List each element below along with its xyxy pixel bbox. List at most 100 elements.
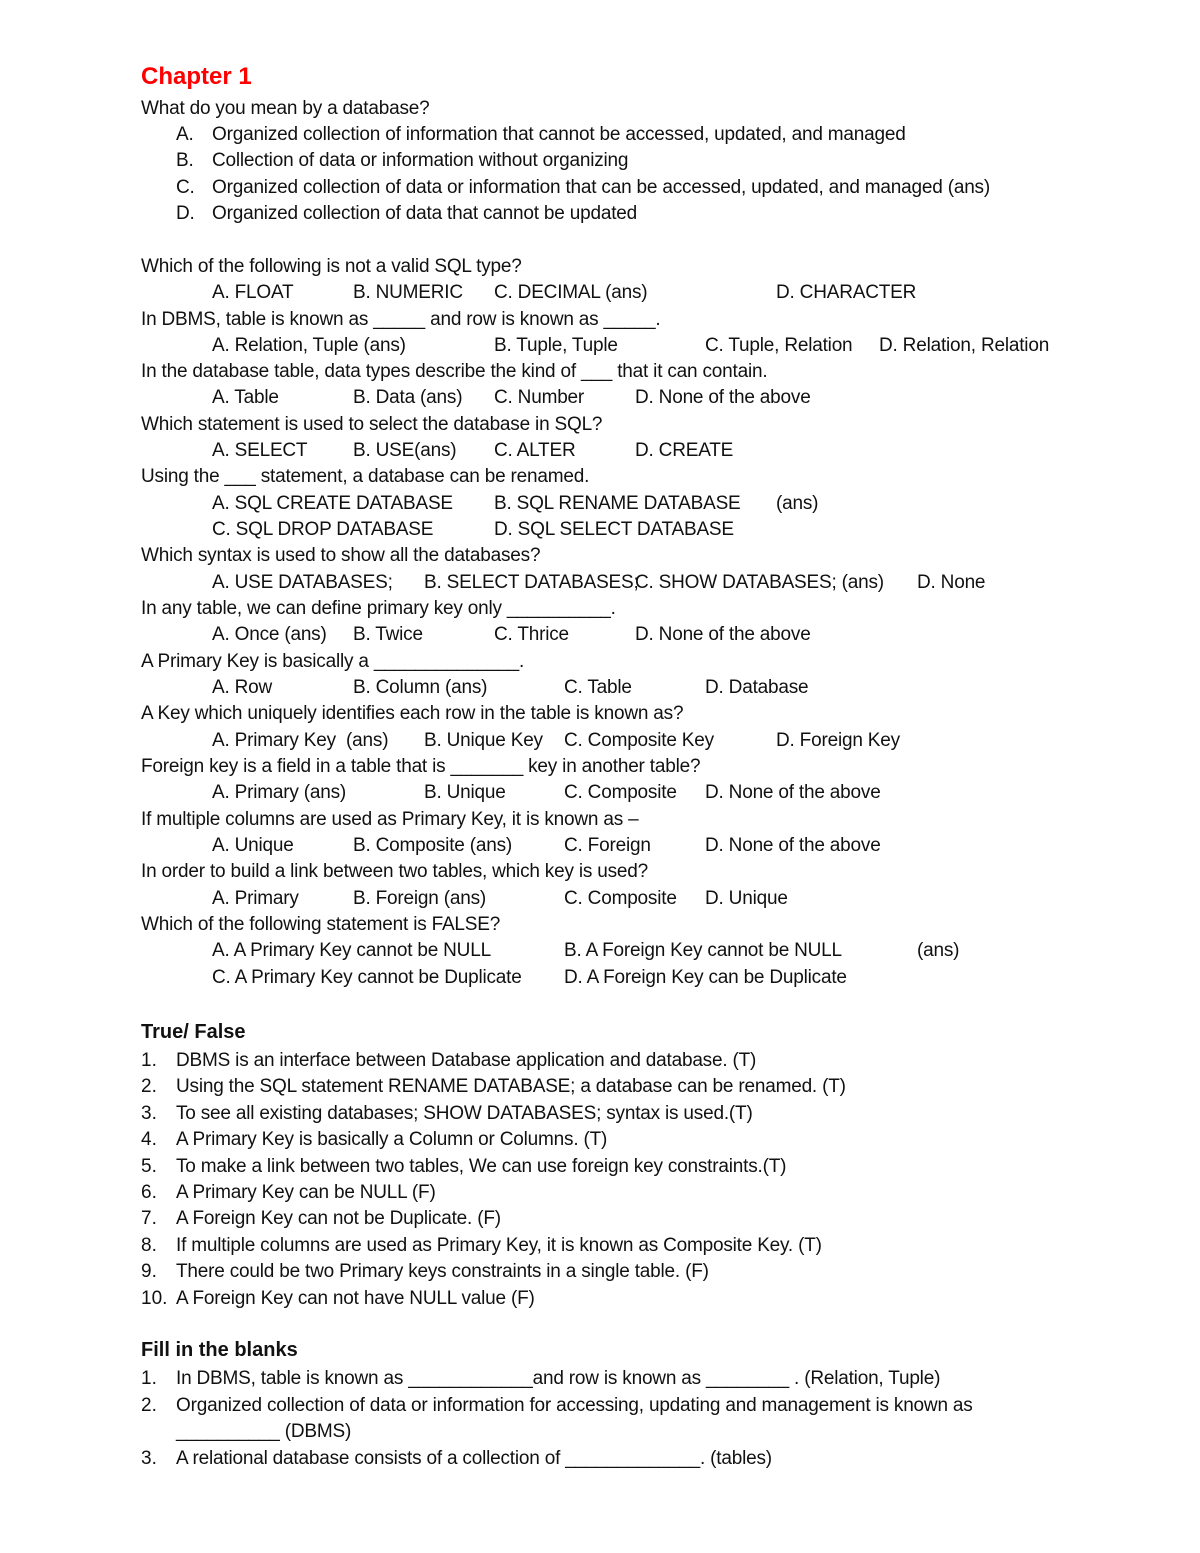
option: C. ALTER xyxy=(494,440,576,461)
option-text: Organized collection of information that… xyxy=(212,124,906,145)
question-text: Using the ___ statement, a database can … xyxy=(141,466,590,487)
option: B. SELECT DATABASES; xyxy=(424,572,639,593)
section-heading-fill-blanks: Fill in the blanks xyxy=(141,1339,298,1361)
option: A. Relation, Tuple (ans) xyxy=(212,335,406,356)
option: C. SHOW DATABASES; (ans) xyxy=(635,572,884,593)
item-number: 6. xyxy=(141,1182,157,1203)
option: C. Composite Key xyxy=(564,730,714,751)
option: A. SQL CREATE DATABASE xyxy=(212,493,453,514)
option-label: B. xyxy=(176,150,194,171)
item-number: 5. xyxy=(141,1156,157,1177)
option: B. Tuple, Tuple xyxy=(494,335,618,356)
option: A. Primary (ans) xyxy=(212,782,347,803)
option: D. None xyxy=(917,572,986,593)
list-item-continuation: __________ (DBMS) xyxy=(176,1421,352,1442)
item-number: 2. xyxy=(141,1076,157,1097)
option: A. Primary Key (ans) xyxy=(212,730,389,751)
option: D. None of the above xyxy=(705,835,881,856)
item-number: 7. xyxy=(141,1208,157,1229)
option-text: Collection of data or information withou… xyxy=(212,150,629,171)
option: D. SQL SELECT DATABASE xyxy=(494,519,734,540)
option: B. A Foreign Key cannot be NULL xyxy=(564,940,842,961)
list-item: If multiple columns are used as Primary … xyxy=(176,1235,822,1256)
item-number: 2. xyxy=(141,1395,157,1416)
list-item: To make a link between two tables, We ca… xyxy=(176,1156,787,1177)
option: D. Database xyxy=(705,677,809,698)
option: C. Foreign xyxy=(564,835,651,856)
option: D. CHARACTER xyxy=(776,282,917,303)
option-text: Organized collection of data or informat… xyxy=(212,177,990,198)
item-number: 4. xyxy=(141,1129,157,1150)
option: A. Row xyxy=(212,677,273,698)
item-number: 1. xyxy=(141,1050,157,1071)
answer-marker: (ans) xyxy=(917,940,960,961)
option: D. None of the above xyxy=(635,387,811,408)
item-number: 3. xyxy=(141,1103,157,1124)
option: A. Unique xyxy=(212,835,294,856)
option: C. Number xyxy=(494,387,585,408)
option: D. None of the above xyxy=(705,782,881,803)
option: C. Composite xyxy=(564,782,677,803)
section-heading-true-false: True/ False xyxy=(141,1021,246,1043)
list-item: A Foreign Key can not be Duplicate. (F) xyxy=(176,1208,501,1229)
option-text: Organized collection of data that cannot… xyxy=(212,203,638,224)
option: B. Twice xyxy=(353,624,423,645)
list-item: Using the SQL statement RENAME DATABASE;… xyxy=(176,1076,846,1097)
option: B. Unique xyxy=(424,782,506,803)
item-number: 9. xyxy=(141,1261,157,1282)
question-text: If multiple columns are used as Primary … xyxy=(141,809,639,830)
item-number: 1. xyxy=(141,1368,157,1389)
option: B. Foreign (ans) xyxy=(353,888,487,909)
option: D. None of the above xyxy=(635,624,811,645)
option: C. Composite xyxy=(564,888,677,909)
option: D. Relation, Relation xyxy=(879,335,1050,356)
option: B. USE(ans) xyxy=(353,440,457,461)
option: C. A Primary Key cannot be Duplicate xyxy=(212,967,522,988)
list-item: To see all existing databases; SHOW DATA… xyxy=(176,1103,753,1124)
option: A. FLOAT xyxy=(212,282,294,303)
list-item: A relational database consists of a coll… xyxy=(176,1448,772,1469)
option: A. Once (ans) xyxy=(212,624,327,645)
list-item: A Foreign Key can not have NULL value (F… xyxy=(176,1288,535,1309)
chapter-title: Chapter 1 xyxy=(141,63,252,90)
question-text: Which statement is used to select the da… xyxy=(141,414,603,435)
option-label: A. xyxy=(176,124,194,145)
option: B. Column (ans) xyxy=(353,677,488,698)
question-text: Which of the following is not a valid SQ… xyxy=(141,256,522,277)
question-text: In order to build a link between two tab… xyxy=(141,861,649,882)
list-item: There could be two Primary keys constrai… xyxy=(176,1261,709,1282)
option-label: D. xyxy=(176,203,195,224)
list-item: In DBMS, table is known as ____________a… xyxy=(176,1368,941,1389)
option: B. Data (ans) xyxy=(353,387,463,408)
option: B. SQL RENAME DATABASE xyxy=(494,493,741,514)
question-text: Which of the following statement is FALS… xyxy=(141,914,501,935)
item-number: 10. xyxy=(141,1288,168,1309)
question-text: Which syntax is used to show all the dat… xyxy=(141,545,541,566)
option: C. Table xyxy=(564,677,632,698)
question-text: What do you mean by a database? xyxy=(141,98,430,119)
option: D. Foreign Key xyxy=(776,730,900,751)
question-text: A Key which uniquely identifies each row… xyxy=(141,703,684,724)
question-text: A Primary Key is basically a ___________… xyxy=(141,651,525,672)
document-page: Chapter 1 What do you mean by a database… xyxy=(0,0,1200,1553)
answer-marker: (ans) xyxy=(776,493,819,514)
item-number: 3. xyxy=(141,1448,157,1469)
list-item: A Primary Key can be NULL (F) xyxy=(176,1182,436,1203)
option: A. Primary xyxy=(212,888,299,909)
option: B. Composite (ans) xyxy=(353,835,513,856)
option: C. Tuple, Relation xyxy=(705,335,853,356)
option: A. USE DATABASES; xyxy=(212,572,393,593)
list-item: A Primary Key is basically a Column or C… xyxy=(176,1129,608,1150)
option: A. Table xyxy=(212,387,279,408)
option: B. Unique Key xyxy=(424,730,543,751)
option: C. SQL DROP DATABASE xyxy=(212,519,434,540)
list-item: DBMS is an interface between Database ap… xyxy=(176,1050,757,1071)
question-text: In DBMS, table is known as _____ and row… xyxy=(141,309,661,330)
option: A. A Primary Key cannot be NULL xyxy=(212,940,491,961)
option: D. CREATE xyxy=(635,440,734,461)
option: A. SELECT xyxy=(212,440,308,461)
option: C. DECIMAL (ans) xyxy=(494,282,648,303)
option: B. NUMERIC xyxy=(353,282,463,303)
item-number: 8. xyxy=(141,1235,157,1256)
list-item: Organized collection of data or informat… xyxy=(176,1395,973,1416)
